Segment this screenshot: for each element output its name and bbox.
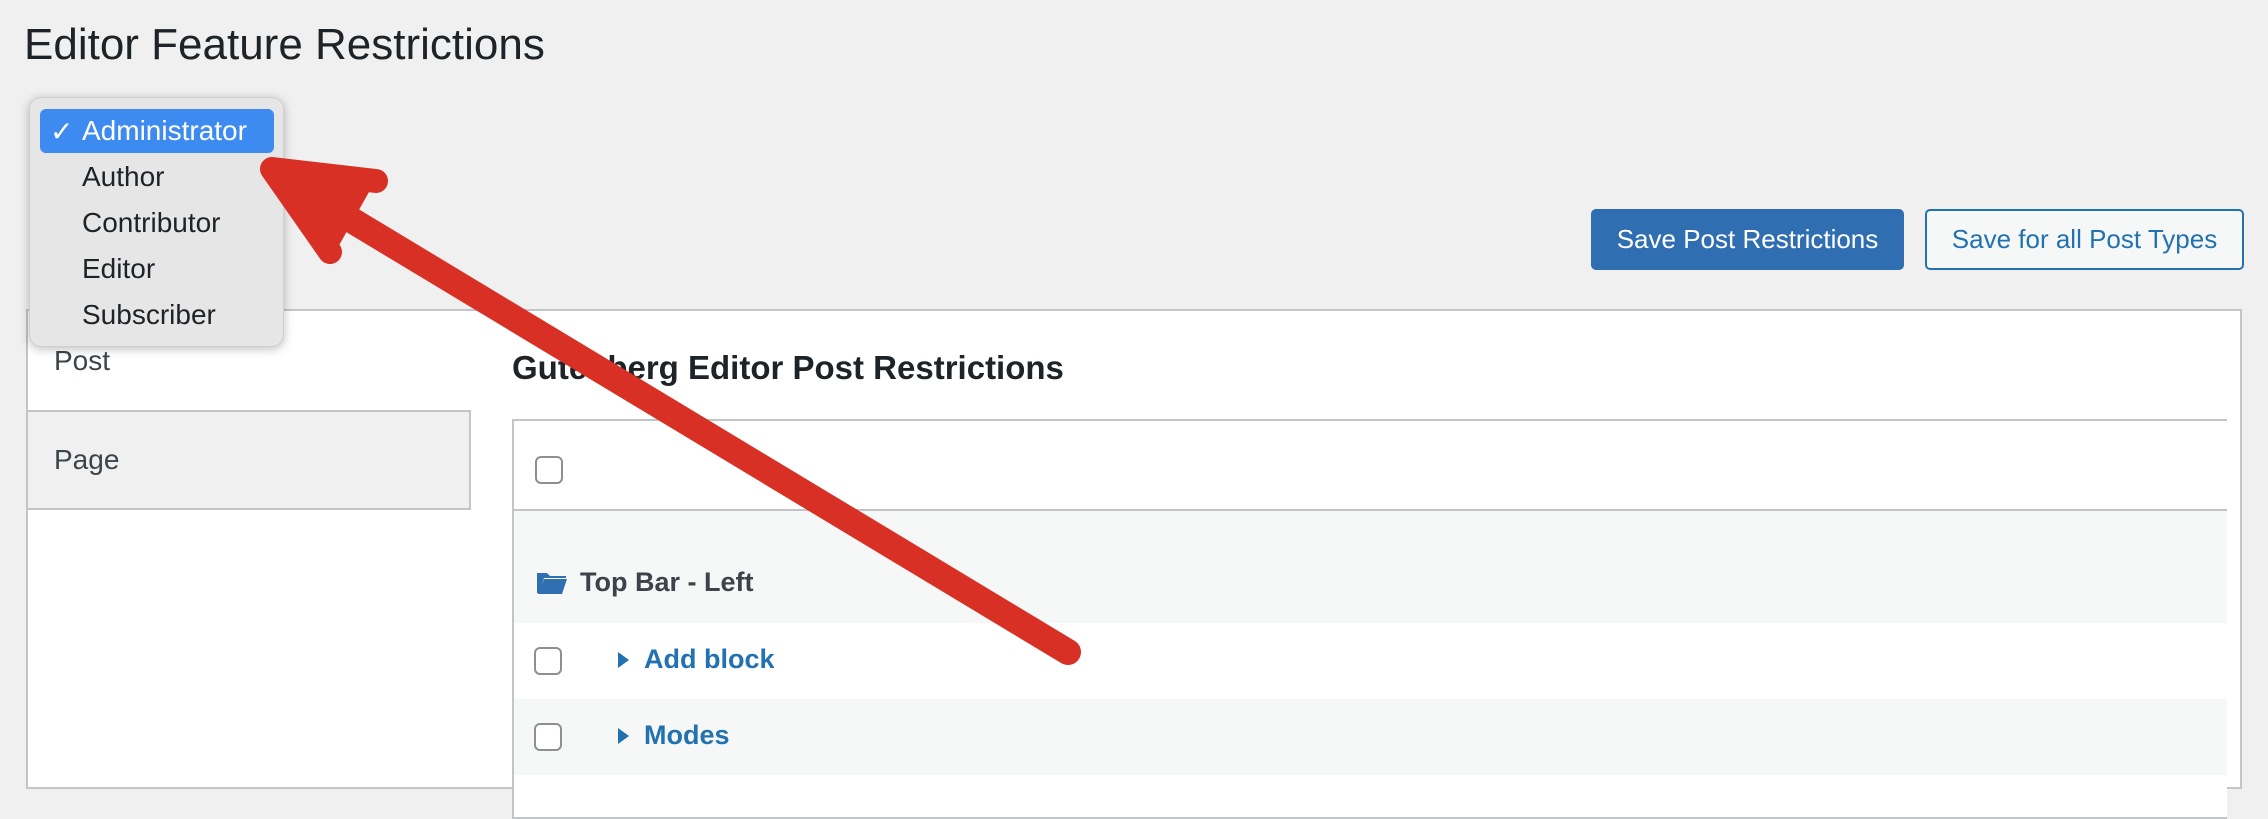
save-all-post-types-button[interactable]: Save for all Post Types xyxy=(1925,209,2244,270)
item-label-modes[interactable]: Modes xyxy=(644,720,730,751)
role-option-author[interactable]: Author xyxy=(40,155,274,199)
role-select-dropdown[interactable]: ✓ Administrator Author Contributor Edito… xyxy=(29,97,284,347)
restrictions-table: Top Bar - Left Add block Modes xyxy=(512,419,2227,819)
tab-page[interactable]: Page xyxy=(28,410,471,510)
list-item: Add block xyxy=(514,623,2227,699)
role-option-subscriber[interactable]: Subscriber xyxy=(40,293,274,337)
table-header xyxy=(514,421,2227,511)
restrictions-panel: Post Page Gutenberg Editor Post Restrict… xyxy=(26,309,2242,819)
checkmark-icon: ✓ xyxy=(50,116,74,147)
role-option-label: Contributor xyxy=(82,207,221,238)
role-option-editor[interactable]: Editor xyxy=(40,247,274,291)
tab-page-label: Page xyxy=(54,444,120,475)
select-all-checkbox[interactable] xyxy=(535,456,563,484)
folder-icon xyxy=(537,573,567,594)
save-post-restrictions-button[interactable]: Save Post Restrictions xyxy=(1591,209,1904,270)
page-title: Editor Feature Restrictions xyxy=(24,20,545,69)
item-label-add-block[interactable]: Add block xyxy=(644,644,775,675)
modes-checkbox[interactable] xyxy=(534,723,562,751)
role-option-label: Administrator xyxy=(82,115,247,146)
group-label: Top Bar - Left xyxy=(580,567,754,597)
expand-caret-icon[interactable] xyxy=(618,728,629,744)
role-option-label: Author xyxy=(82,161,165,192)
role-option-contributor[interactable]: Contributor xyxy=(40,201,274,245)
list-item: Modes xyxy=(514,699,2227,775)
group-row: Top Bar - Left xyxy=(514,511,2227,623)
role-option-label: Subscriber xyxy=(82,299,216,330)
tab-post-label: Post xyxy=(54,344,111,376)
add-block-checkbox[interactable] xyxy=(534,647,562,675)
section-title: Gutenberg Editor Post Restrictions xyxy=(512,349,1064,386)
role-option-administrator[interactable]: ✓ Administrator xyxy=(40,109,274,153)
role-option-label: Editor xyxy=(82,253,156,284)
expand-caret-icon[interactable] xyxy=(618,652,629,668)
